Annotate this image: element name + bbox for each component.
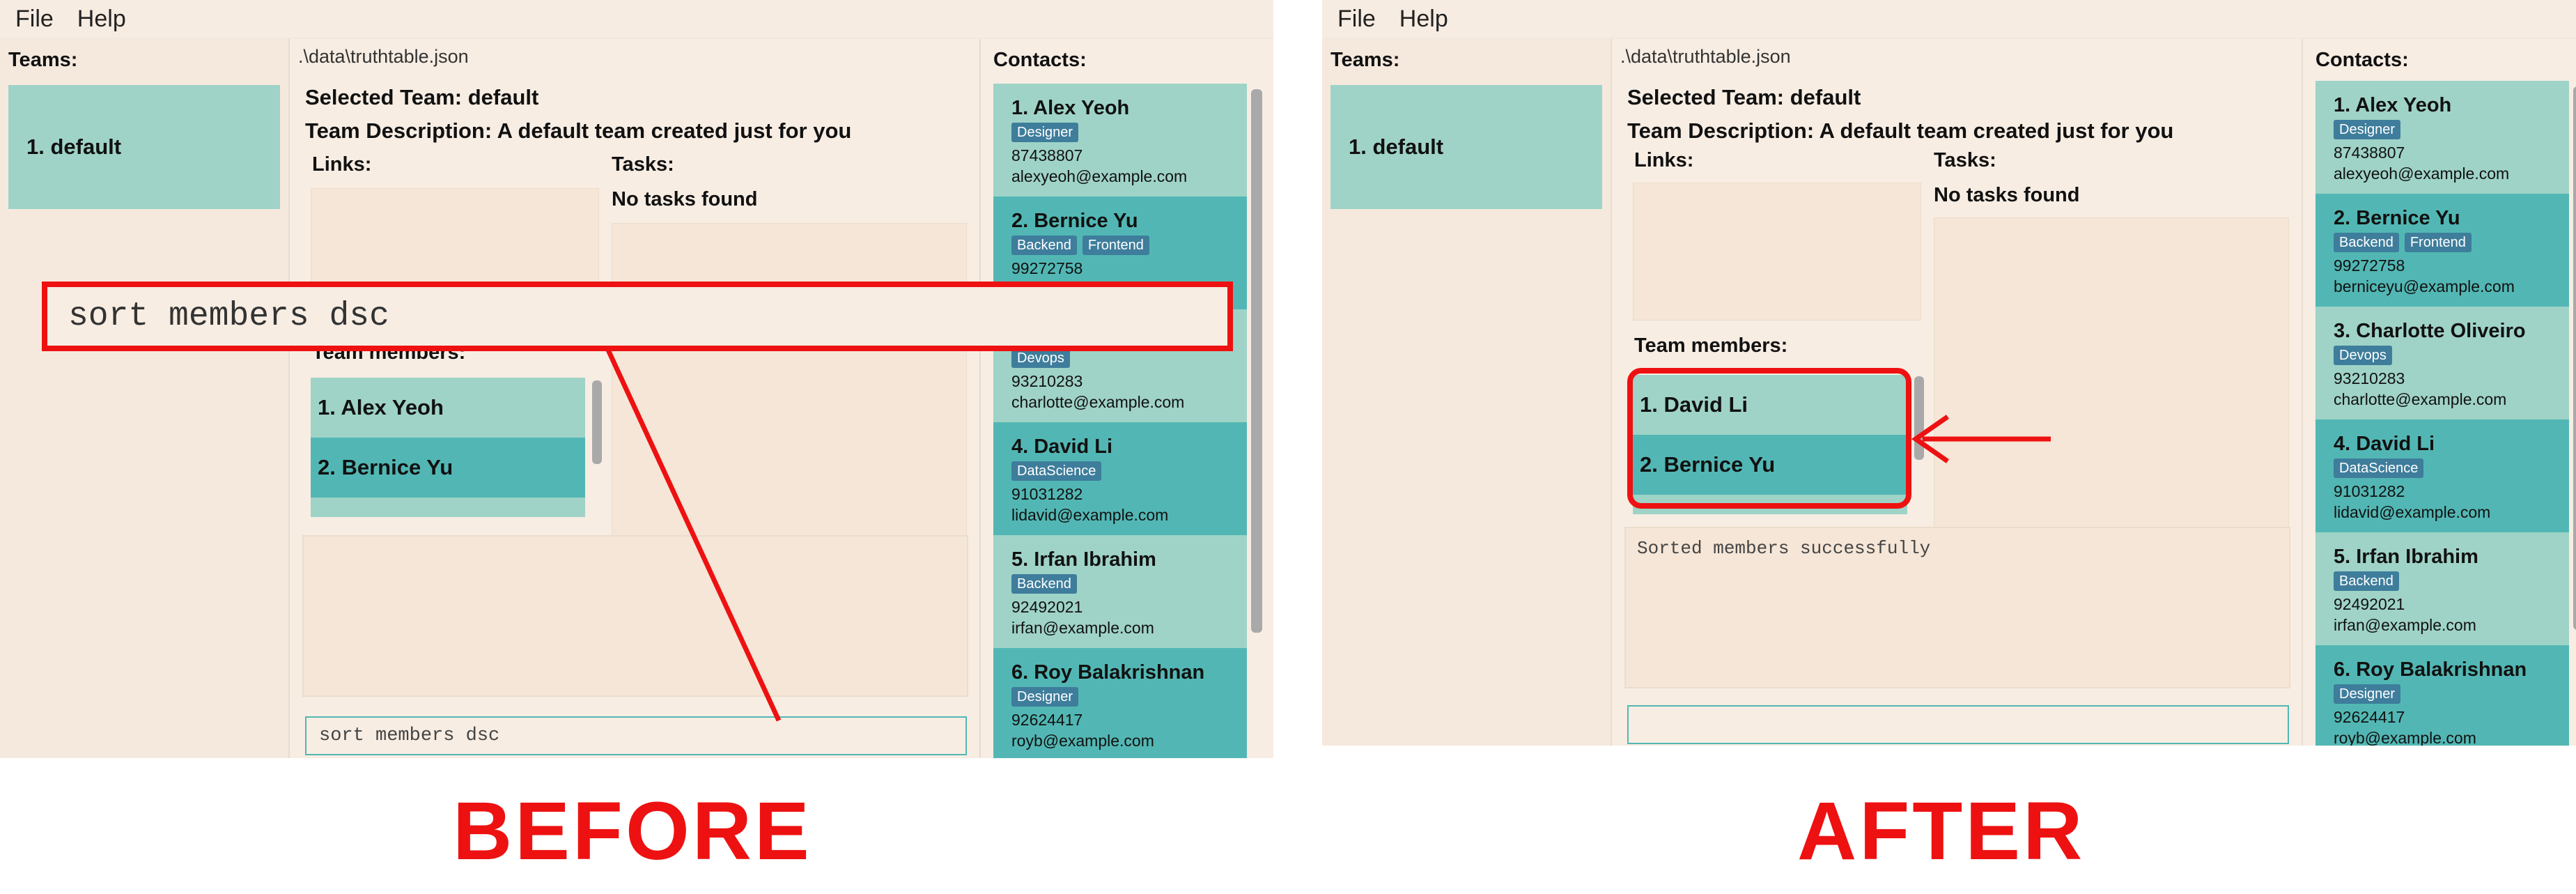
annotation-overlay [605,347,2051,722]
callout-pointer-line [605,347,782,722]
members-highlight-box [1627,368,1911,509]
before-caption: BEFORE [453,785,812,877]
after-caption: AFTER [1797,785,2086,877]
